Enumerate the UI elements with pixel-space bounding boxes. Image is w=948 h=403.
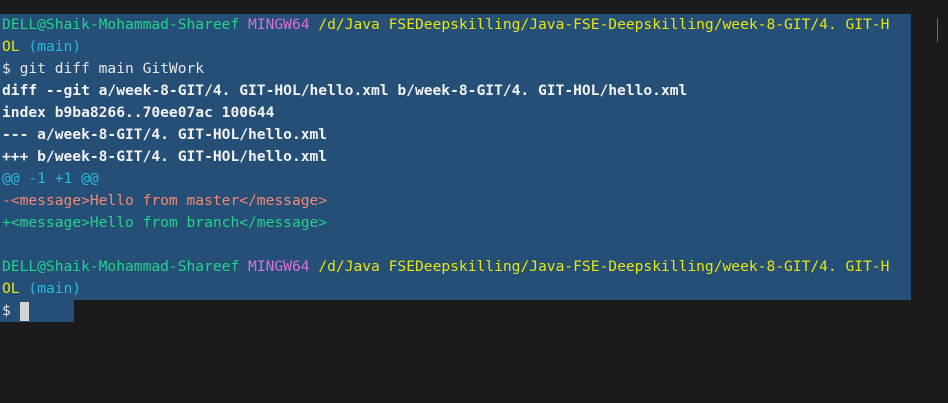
prompt-path: /d/Java FSEDeepskilling/Java-FSE-Deepski…: [318, 258, 890, 275]
terminal-output[interactable]: DELL@Shaik-Mohammad-Shareef MINGW64 /d/J…: [0, 0, 920, 403]
prompt-user: DELL@Shaik-Mohammad-Shareef: [2, 258, 240, 275]
scrollbar-marker: [937, 18, 938, 42]
prompt-line-1-cont: OL (main): [2, 36, 81, 58]
prompt-path-cont: OL: [2, 280, 20, 297]
prompt-user: DELL@Shaik-Mohammad-Shareef: [2, 16, 240, 33]
diff-header: diff --git a/week-8-GIT/4. GIT-HOL/hello…: [2, 82, 688, 99]
diff-minus-file: --- a/week-8-GIT/4. GIT-HOL/hello.xml: [2, 126, 328, 143]
diff-hunk-header: @@ -1 +1 @@: [2, 170, 99, 187]
terminal-window[interactable]: DELL@Shaik-Mohammad-Shareef MINGW64 /d/J…: [0, 0, 948, 403]
scrollbar-track[interactable]: [920, 0, 948, 403]
prompt-shell: MINGW64: [248, 258, 310, 275]
prompt-line-2: DELL@Shaik-Mohammad-Shareef MINGW64 /d/J…: [2, 256, 889, 278]
prompt-line-2-cont: OL (main): [2, 278, 81, 300]
diff-plus-file: +++ b/week-8-GIT/4. GIT-HOL/hello.xml: [2, 148, 328, 165]
prompt-shell: MINGW64: [248, 16, 310, 33]
terminal-cursor[interactable]: [20, 302, 29, 321]
diff-removed-line: -<message>Hello from master</message>: [2, 192, 328, 209]
command-line: $ git diff main GitWork: [2, 60, 205, 77]
diff-added-line: +<message>Hello from branch</message>: [2, 214, 328, 231]
text-selection-tail: [0, 300, 74, 322]
diff-index: index b9ba8266..70ee07ac 100644: [2, 104, 275, 121]
prompt-branch: (main): [28, 280, 82, 297]
input-prompt: $: [2, 302, 11, 319]
prompt-path-cont: OL: [2, 38, 20, 55]
prompt-path: /d/Java FSEDeepskilling/Java-FSE-Deepski…: [318, 16, 890, 33]
prompt-branch: (main): [28, 38, 82, 55]
prompt-line-1: DELL@Shaik-Mohammad-Shareef MINGW64 /d/J…: [2, 14, 889, 36]
